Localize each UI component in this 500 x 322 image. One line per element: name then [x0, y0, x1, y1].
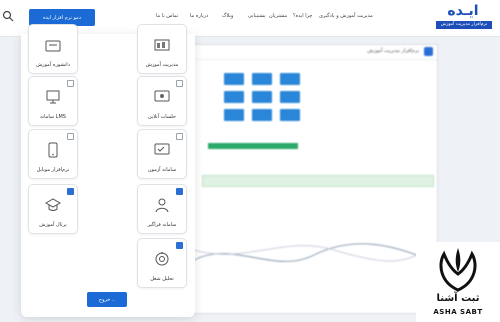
- module-label: سامانه فراگیر: [147, 222, 177, 228]
- dashboard-tile: [224, 91, 244, 103]
- learner-icon: [155, 198, 169, 213]
- brand-latin-name: ASHA SABT: [433, 308, 483, 316]
- module-selection-panel: دانشوره آموزش مدیریت آموزش سامانه LMS جل…: [21, 24, 195, 317]
- module-card-online-meetings[interactable]: جلسات آنلاین: [137, 76, 187, 126]
- module-label: تحلیل شغل: [150, 276, 174, 282]
- module-checkbox[interactable]: [67, 80, 74, 87]
- dashboard-tile: [252, 73, 272, 85]
- dashboard-tile: [224, 73, 244, 85]
- module-card-education-archive[interactable]: دانشوره آموزش: [28, 24, 78, 74]
- job-analysis-icon: [155, 252, 169, 266]
- module-checkbox[interactable]: [176, 80, 183, 87]
- module-label: سامانه آزمون: [147, 167, 177, 173]
- meeting-icon: [154, 90, 170, 102]
- background-green-bar: [208, 143, 298, 149]
- nav-link-customers[interactable]: مشتریان: [269, 13, 287, 19]
- dashboard-tile: [224, 109, 244, 121]
- dashboard-tile: [280, 109, 300, 121]
- module-label: پرتال آموزش: [39, 222, 67, 228]
- brand-watermark: ثبت آشنا ASHA SABT: [416, 242, 500, 322]
- module-card-job-analysis[interactable]: تحلیل شغل: [137, 238, 187, 288]
- brand-name: ثبت آشنا: [436, 293, 480, 304]
- nav-link-contact[interactable]: تماس با ما: [156, 13, 178, 19]
- exit-button[interactable]: خروج ..: [87, 292, 127, 307]
- module-card-mobile-app[interactable]: نرم‌افزار موبایل: [28, 129, 78, 179]
- module-checkbox[interactable]: [67, 133, 74, 140]
- module-label: مدیریت آموزش: [145, 62, 179, 68]
- module-checkbox-checked[interactable]: [176, 242, 183, 249]
- nav-link-learning[interactable]: مدیریت آموزش و یادگیری: [319, 13, 373, 19]
- app-icon: [424, 47, 433, 56]
- module-checkbox-checked[interactable]: [176, 188, 183, 195]
- mobile-icon: [48, 142, 58, 158]
- lms-icon: [46, 90, 60, 104]
- background-window-title: نرم‌افزار مدیریت آموزش: [367, 48, 419, 54]
- background-line-chart: [194, 243, 429, 263]
- module-card-lms[interactable]: سامانه LMS: [28, 76, 78, 126]
- dashboard-icon: [154, 39, 170, 51]
- module-label: نرم‌افزار موبایل: [36, 167, 70, 173]
- module-checkbox-checked[interactable]: [67, 188, 74, 195]
- dashboard-tile: [280, 91, 300, 103]
- dashboard-tile: [252, 91, 272, 103]
- logo-tagline: نرم‌افزار مدیریت آموزش: [436, 21, 492, 29]
- module-card-education-portal[interactable]: پرتال آموزش: [28, 184, 78, 234]
- nav-link-blog[interactable]: وبلاگ: [222, 13, 233, 19]
- exam-icon: [154, 143, 170, 155]
- module-label: سامانه LMS: [40, 114, 66, 120]
- brand-logo-icon: [439, 248, 477, 292]
- background-app-window: نرم‌افزار مدیریت آموزش: [183, 44, 438, 314]
- module-checkbox[interactable]: [176, 133, 183, 140]
- search-icon[interactable]: [2, 10, 14, 22]
- module-label: دانشوره آموزش: [36, 62, 70, 68]
- nav-link-support[interactable]: پشتیبانی: [248, 13, 265, 19]
- module-card-exam-system[interactable]: سامانه آزمون: [137, 129, 187, 179]
- dashboard-tile: [280, 73, 300, 85]
- dashboard-tile: [252, 109, 272, 121]
- background-window-header: نرم‌افزار مدیریت آموزش: [184, 45, 437, 60]
- module-card-learner-system[interactable]: سامانه فراگیر: [137, 184, 187, 234]
- nav-link-why[interactable]: چرا ایده؟: [293, 13, 313, 19]
- module-label: جلسات آنلاین: [148, 114, 176, 120]
- background-table-header: [202, 175, 434, 187]
- logo-wordmark[interactable]: ایـده: [440, 3, 486, 19]
- portal-icon: [44, 198, 62, 211]
- nav-link-about[interactable]: درباره ما: [190, 13, 208, 19]
- module-card-education-management[interactable]: مدیریت آموزش: [137, 24, 187, 74]
- graduation-icon: [45, 40, 61, 52]
